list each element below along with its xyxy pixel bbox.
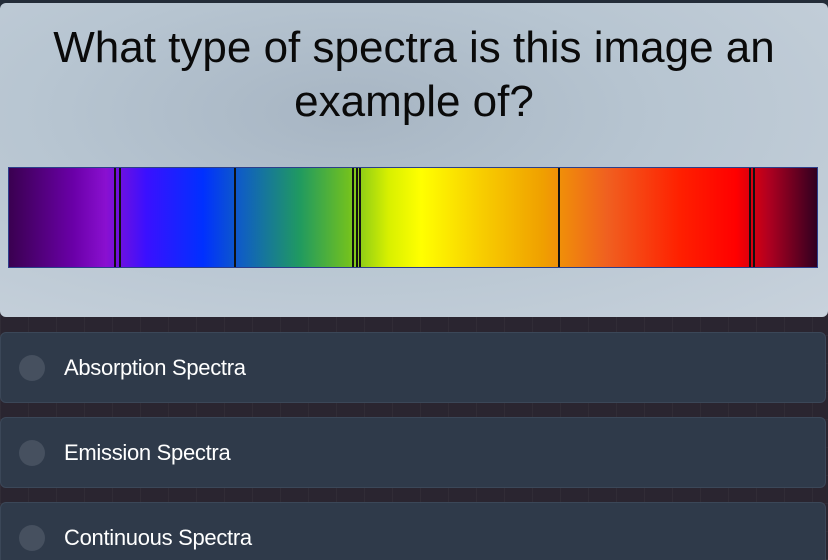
absorption-line <box>234 168 236 267</box>
absorption-line <box>558 168 560 267</box>
absorption-line <box>359 168 361 267</box>
absorption-line <box>119 168 121 267</box>
spectrum-image <box>8 167 818 268</box>
option-absorption-spectra[interactable]: Absorption Spectra <box>0 332 826 403</box>
option-emission-spectra[interactable]: Emission Spectra <box>0 417 826 488</box>
question-card: What type of spectra is this image an ex… <box>0 3 828 317</box>
question-text: What type of spectra is this image an ex… <box>53 23 775 126</box>
absorption-line <box>753 168 755 267</box>
option-continuous-spectra[interactable]: Continuous Spectra <box>0 502 826 560</box>
option-label: Absorption Spectra <box>64 355 246 380</box>
absorption-line <box>356 168 358 267</box>
absorption-line <box>352 168 354 267</box>
radio-icon[interactable] <box>19 440 45 466</box>
option-label: Emission Spectra <box>64 440 231 465</box>
radio-icon[interactable] <box>19 525 45 551</box>
radio-icon[interactable] <box>19 355 45 381</box>
absorption-line <box>749 168 751 267</box>
option-label: Continuous Spectra <box>64 525 252 550</box>
absorption-line <box>114 168 116 267</box>
